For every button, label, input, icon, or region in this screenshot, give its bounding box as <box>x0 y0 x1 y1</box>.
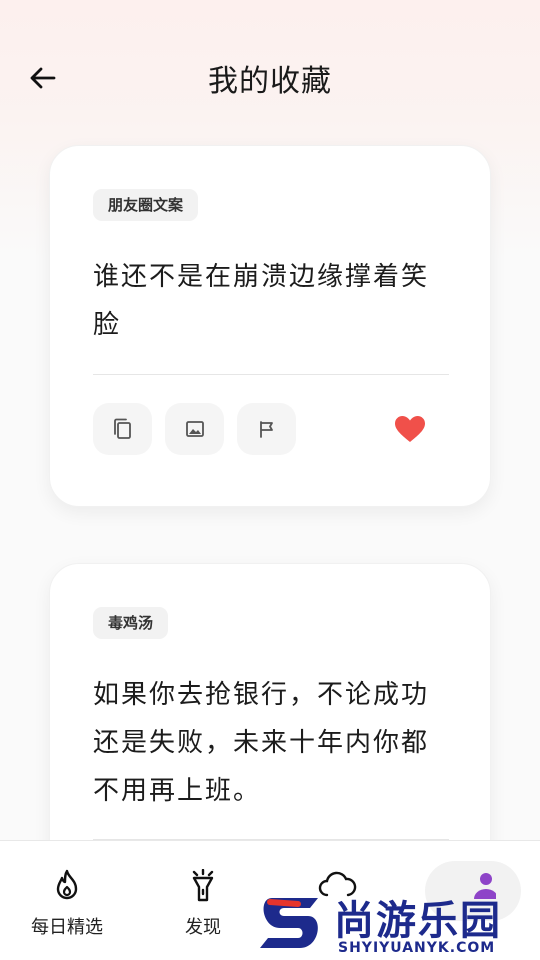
report-button[interactable] <box>237 403 296 455</box>
flag-icon <box>259 421 273 438</box>
nav-daily-picks[interactable]: 每日精选 <box>12 869 122 939</box>
watermark-logo <box>260 898 318 948</box>
heart-icon <box>395 416 425 442</box>
watermark: 尚游乐园 SHYIYUANYK.COM <box>258 888 540 960</box>
copy-button[interactable] <box>93 403 152 455</box>
flame-icon <box>56 869 78 900</box>
copy-icon <box>113 418 131 439</box>
nav-discover[interactable]: 发现 <box>148 869 258 939</box>
page-title: 我的收藏 <box>208 64 332 99</box>
category-tag[interactable]: 朋友圈文案 <box>93 189 199 221</box>
nav-label: 每日精选 <box>31 917 103 938</box>
save-image-button[interactable] <box>165 403 224 455</box>
quote-text: 谁还不是在崩溃边缘撑着笑脸 <box>93 262 430 340</box>
nav-label: 发现 <box>185 917 221 938</box>
quote-text: 如果你去抢银行，不论成功还是失败，未来十年内你都不用再上班。 <box>93 680 430 806</box>
image-icon <box>185 421 204 437</box>
watermark-url: SHYIYUANYK.COM <box>338 940 496 956</box>
flashlight-icon <box>192 869 214 902</box>
watermark-text: 尚游乐园 <box>334 898 502 944</box>
category-tag[interactable]: 毒鸡汤 <box>93 607 169 639</box>
header: 我的收藏 <box>0 40 540 116</box>
favorite-card: 朋友圈文案 谁还不是在崩溃边缘撑着笑脸 <box>49 145 491 507</box>
divider <box>93 374 449 375</box>
favorite-button[interactable] <box>390 409 430 449</box>
